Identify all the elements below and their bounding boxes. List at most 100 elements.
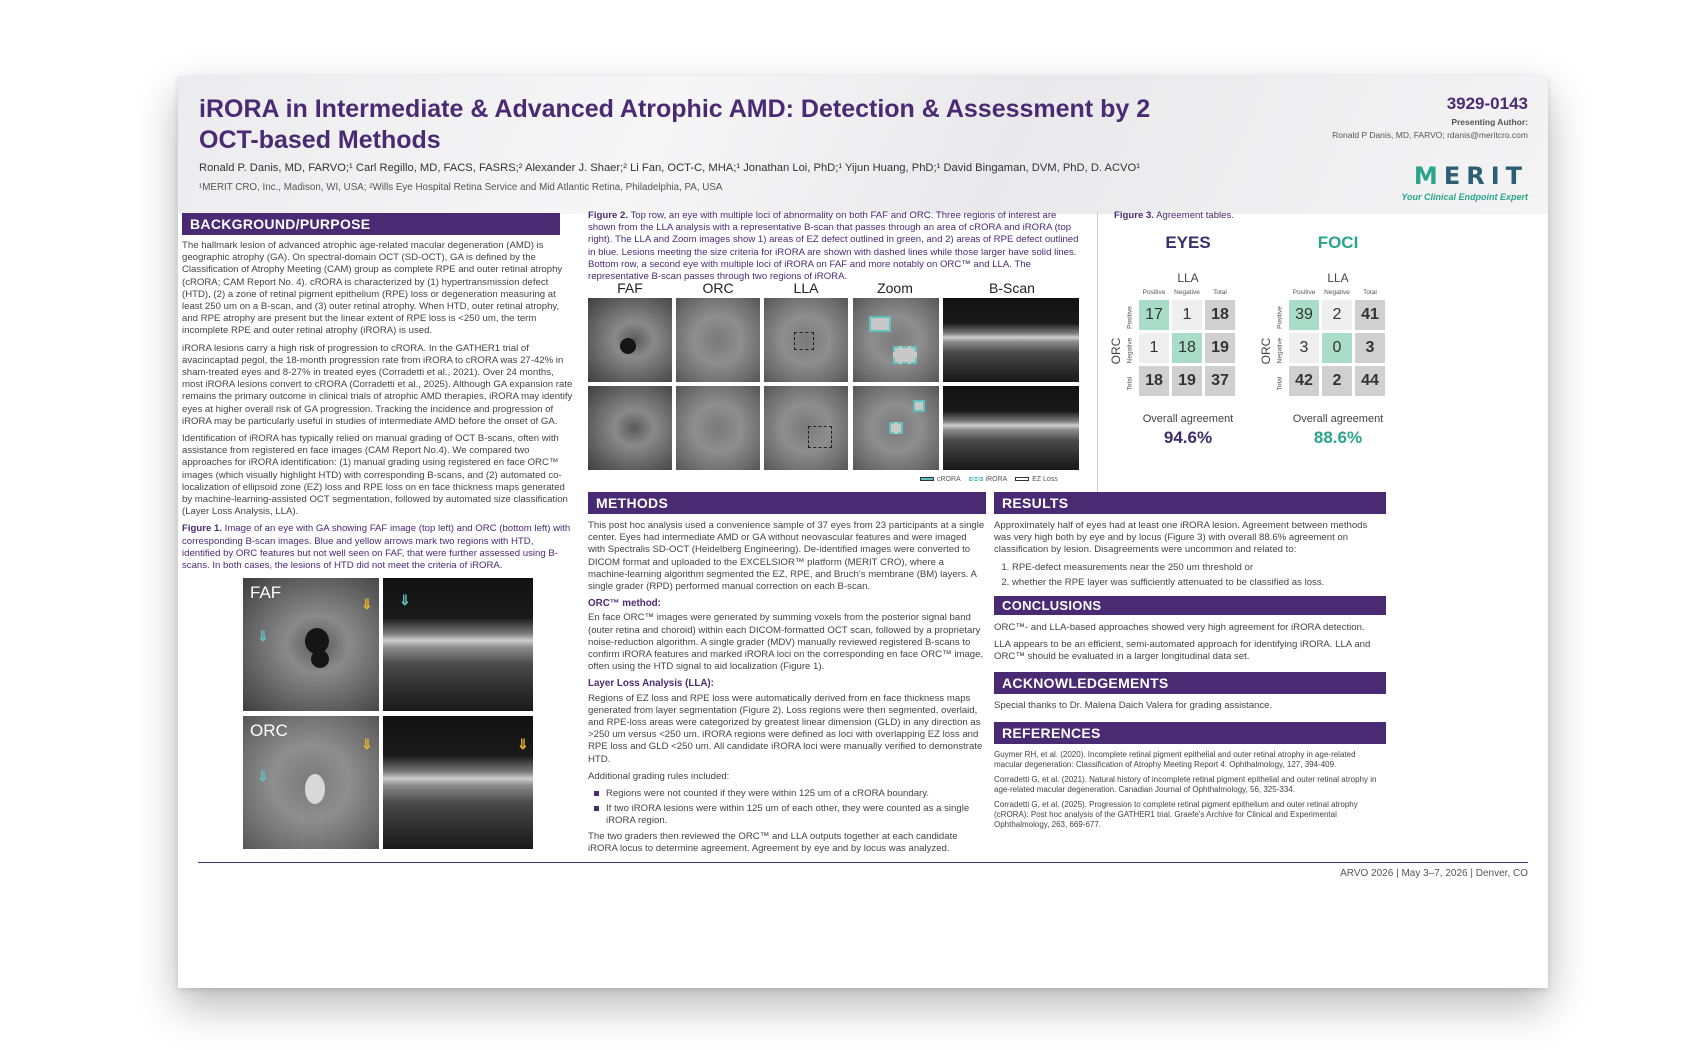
foci-col-header: Total (1363, 289, 1377, 296)
blue-arrow-icon: ⇓ (399, 592, 411, 608)
poster-header: iRORA in Intermediate & Advanced Atrophi… (178, 76, 1548, 214)
conclusions-heading: CONCLUSIONS (994, 596, 1386, 615)
conference-footer: ARVO 2026 | May 3–7, 2026 | Denver, CO (1340, 868, 1528, 879)
orc-method-text: En face ORC™ images were generated by su… (588, 612, 984, 673)
figure-2-orc-bottom (676, 386, 760, 470)
reference-item: Guymer RH, et al. (2020). Incomplete ret… (994, 750, 1356, 770)
column-divider (1097, 212, 1098, 492)
orc-method-heading: ORC™ method: (588, 598, 661, 610)
ga-lesion (311, 650, 329, 668)
figure-2-column-header: B-Scan (989, 280, 1035, 296)
reference-item: Corradetti G, et al. (2025). Progression… (994, 799, 1358, 830)
references-list: Guymer RH, et al. (2020). Incomplete ret… (994, 750, 1386, 835)
region-of-interest-box (808, 426, 832, 448)
ga-lesion (305, 774, 325, 804)
logo-wordmark: MERIT (1413, 162, 1528, 190)
foci-col-header: Negative (1324, 289, 1350, 296)
legend-swatch-irora (968, 477, 983, 482)
region-of-interest-box (794, 332, 814, 350)
methods-paragraph: This post hoc analysis used a convenienc… (588, 520, 985, 593)
eyes-col-header: Negative (1174, 289, 1200, 296)
results-heading: RESULTS (994, 492, 1386, 514)
eyes-row-header: Total (1126, 376, 1134, 391)
foci-orc-axis-label: ORC (1259, 337, 1273, 365)
results-text: Approximately half of eyes had at least … (994, 520, 1386, 592)
background-paragraph-3: Identification of iRORA has typically re… (182, 433, 568, 518)
figure-2-label: Figure 2. (588, 210, 628, 221)
eyes-col-header: Positive (1142, 289, 1166, 296)
legend-label: cRORA (937, 476, 961, 483)
poster-title: iRORA in Intermediate & Advanced Atrophi… (199, 95, 1151, 154)
grading-rule: Regions were not counted if they were wi… (594, 788, 986, 800)
foci-cell: 0 (1321, 332, 1353, 364)
presenting-author-name: Ronald P Danis, MD, FARVO; rdanis@meritc… (1332, 130, 1528, 140)
foci-cell: 42 (1288, 365, 1320, 397)
legend-swatch-ez-loss (1015, 477, 1030, 482)
figure-2-column-header: FAF (617, 280, 643, 296)
foci-lla-axis-label: LLA (1327, 271, 1349, 285)
results-list: RPE-defect measurements near the 250 um … (1012, 562, 1386, 589)
foci-table-title: FOCI (1317, 233, 1359, 252)
conclusions-paragraph: LLA appears to be an efficient, semi-aut… (994, 639, 1371, 663)
legend-swatch-crora (920, 477, 934, 482)
crora-outline (869, 316, 891, 332)
foci-cell: 3 (1288, 332, 1320, 364)
acknowledgements-heading: ACKNOWLEDGEMENTS (994, 672, 1386, 694)
methods-text: This post hoc analysis used a convenienc… (588, 520, 986, 860)
figure-2-lla-bottom (764, 386, 848, 470)
figure-2-column-header: Zoom (877, 280, 913, 296)
figure-3-caption: Figure 3. Agreement tables. (1114, 210, 1314, 222)
foci-cell: 44 (1354, 365, 1386, 397)
eyes-cell: 18 (1204, 299, 1236, 331)
orc-image-label: ORC (250, 721, 288, 740)
methods-closing: The two graders then reviewed the ORC™ a… (588, 830, 958, 854)
results-item: whether the RPE layer was sufficiently a… (1012, 577, 1386, 589)
background-text: The hallmark lesion of advanced atrophic… (182, 240, 574, 577)
lla-method-heading: Layer Loss Analysis (LLA): (588, 678, 714, 690)
irora-outline (889, 422, 903, 434)
irora-outline (913, 400, 925, 412)
eyes-agreement-value: 94.6% (1163, 428, 1213, 447)
conclusions-text: ORC™- and LLA-based approaches showed ve… (994, 622, 1386, 669)
figure-2-caption-text: Top row, an eye with multiple loci of ab… (588, 210, 1079, 283)
eyes-orc-axis-label: ORC (1109, 337, 1123, 365)
grading-rule: If two iRORA lesions were within 125 um … (594, 803, 986, 827)
conclusions-paragraph: ORC™- and LLA-based approaches showed ve… (994, 622, 1365, 633)
background-paragraph-2: iRORA lesions carry a high risk of progr… (182, 342, 573, 427)
presenting-author-label: Presenting Author: (1451, 117, 1528, 127)
eyes-cell: 17 (1138, 299, 1170, 331)
legend-label: EZ Loss (1032, 476, 1058, 483)
poster: iRORA in Intermediate & Advanced Atrophi… (178, 76, 1548, 988)
figure-3-label: Figure 3. (1114, 210, 1154, 221)
lla-method-text: Regions of EZ loss and RPE loss were aut… (588, 692, 983, 765)
merit-logo: MERIT Your Clinical Endpoint Expert (1398, 162, 1528, 202)
legend-label: iRORA (985, 476, 1008, 483)
eyes-table-title: EYES (1165, 233, 1211, 252)
blue-arrow-icon: ⇓ (257, 628, 269, 644)
affiliations: ¹MERIT CRO, Inc., Madison, WI, USA; ²Wil… (199, 182, 723, 193)
figure-1-caption-text: Image of an eye with GA showing FAF imag… (182, 523, 571, 572)
eyes-cell: 18 (1171, 332, 1203, 364)
eyes-col-header: Total (1213, 289, 1227, 296)
figure-3-caption-text: Agreement tables. (1153, 210, 1234, 221)
foci-col-header: Positive (1292, 289, 1316, 296)
grading-rules-intro: Additional grading rules included: (588, 770, 730, 782)
logo-tagline: Your Clinical Endpoint Expert (1401, 192, 1528, 202)
references-heading: REFERENCES (994, 722, 1386, 744)
figure-1-label: Figure 1. (182, 523, 222, 535)
ga-lesion (620, 338, 636, 354)
foci-cell: 2 (1321, 365, 1353, 397)
eyes-cell: 19 (1171, 365, 1203, 397)
figure-2-bscan-top (943, 298, 1079, 382)
figure-2-column-header: ORC (702, 280, 734, 296)
figure-1-caption: Figure 1. Image of an eye with GA showin… (182, 523, 574, 572)
poster-id: 3929-0143 (1446, 94, 1528, 113)
figure-2-legend: cRORA iRORA EZ Loss (920, 476, 1058, 483)
acknowledgements-text: Special thanks to Dr. Malena Daich Valer… (994, 700, 1273, 711)
figure-2-column-header: LLA (793, 280, 819, 296)
eyes-overall-label: Overall agreement (1142, 413, 1234, 425)
eyes-cell: 19 (1204, 332, 1236, 364)
eyes-cell: 1 (1171, 299, 1203, 331)
figure-2-zoom-bottom (853, 386, 939, 470)
figure-2-zoom-top (853, 298, 939, 382)
